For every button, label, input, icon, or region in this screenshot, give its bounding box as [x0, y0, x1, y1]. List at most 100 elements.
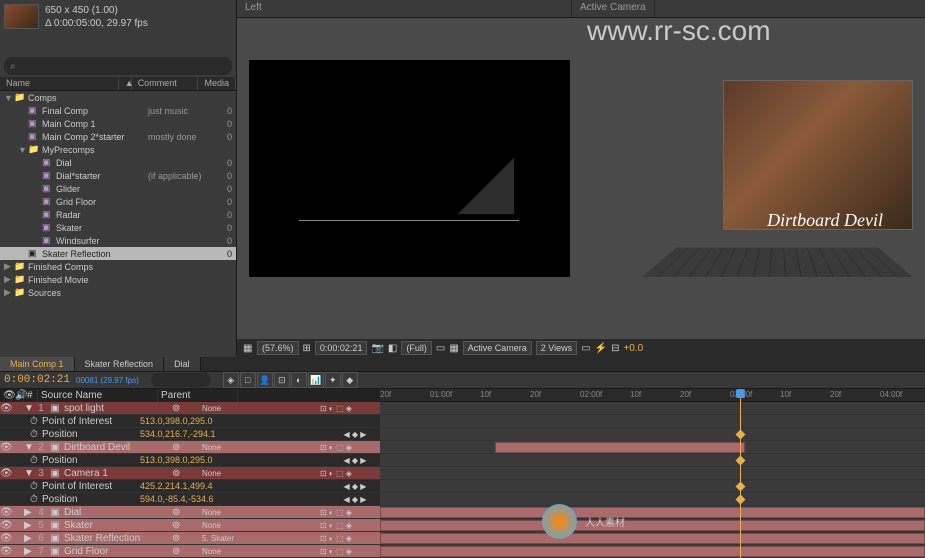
- twirl-icon[interactable]: ▶: [24, 507, 34, 518]
- property-value[interactable]: 425.2,214.1,499.4: [140, 481, 213, 491]
- twirl-icon[interactable]: ▼: [24, 403, 34, 414]
- layer-name[interactable]: Dirtboard Devil: [62, 442, 172, 453]
- tree-item-finished-movie[interactable]: ▶📁Finished Movie: [0, 273, 236, 286]
- parent-dropdown[interactable]: None: [202, 521, 252, 530]
- layer-row[interactable]: 👁▶7▣Grid Floor⊚None⊡ ◐ ⬚ ◈: [0, 545, 380, 558]
- visibility-toggle[interactable]: 👁: [0, 520, 12, 531]
- layer-search[interactable]: [151, 373, 211, 387]
- auto-keyframe-icon[interactable]: ◆: [342, 372, 358, 388]
- parent-dropdown[interactable]: None: [202, 508, 252, 517]
- twirl-icon[interactable]: ▶: [4, 274, 14, 285]
- stopwatch-icon[interactable]: ⏱: [30, 416, 40, 427]
- grid-icon[interactable]: ⊞: [303, 343, 311, 354]
- visibility-toggle[interactable]: 👁: [0, 442, 12, 453]
- layer-row[interactable]: 👁▼2▣Dirtboard Devil⊚None⊡ ◐ ⬚ ◈: [0, 441, 380, 454]
- mask-icon[interactable]: ◧: [388, 343, 397, 354]
- parent-pickwhip-icon[interactable]: ⊚: [172, 468, 202, 479]
- tree-item-grid-floor[interactable]: ▣Grid Floor0: [0, 195, 236, 208]
- timeline-tab[interactable]: Skater Reflection: [75, 357, 165, 371]
- twirl-icon[interactable]: ▶: [24, 533, 34, 544]
- keyframe-nav[interactable]: ◀ ◆ ▶: [330, 456, 380, 465]
- layer-row[interactable]: 👁▼3▣Camera 1⊚None⊡ ◐ ⬚ ◈: [0, 467, 380, 480]
- keyframe-nav[interactable]: ◀ ◆ ▶: [330, 495, 380, 504]
- twirl-icon[interactable]: ▼: [18, 145, 28, 155]
- property-row[interactable]: ⏱Position594.0,-85.4,-534.6◀ ◆ ▶: [0, 493, 380, 506]
- property-row[interactable]: ⏱Point of Interest425.2,214.1,499.4◀ ◆ ▶: [0, 480, 380, 493]
- comp-mini-flowchart-icon[interactable]: ◈: [223, 372, 239, 388]
- frame-blend-icon[interactable]: ⊡: [274, 372, 290, 388]
- property-value[interactable]: 594.0,-85.4,-534.6: [140, 494, 214, 504]
- parent-dropdown[interactable]: None: [202, 443, 252, 452]
- header-source[interactable]: Source Name: [38, 389, 158, 402]
- parent-dropdown[interactable]: None: [202, 547, 252, 556]
- parent-pickwhip-icon[interactable]: ⊚: [172, 520, 202, 531]
- left-view[interactable]: [239, 20, 580, 337]
- parent-pickwhip-icon[interactable]: ⊚: [172, 546, 202, 557]
- comp-thumbnail[interactable]: [4, 4, 39, 29]
- layer-name[interactable]: Dial: [62, 507, 172, 518]
- graph-editor-icon[interactable]: 📊: [308, 372, 324, 388]
- tree-item-comps[interactable]: ▼📁Comps: [0, 91, 236, 104]
- layer-name[interactable]: Skater Reflection: [62, 533, 172, 544]
- tree-item-dial-starter[interactable]: ▣Dial*starter(if applicable)0: [0, 169, 236, 182]
- layer-bar[interactable]: [495, 442, 745, 453]
- parent-pickwhip-icon[interactable]: ⊚: [172, 507, 202, 518]
- layer-name[interactable]: Camera 1: [62, 468, 172, 479]
- keyframe-nav[interactable]: ◀ ◆ ▶: [330, 430, 380, 439]
- col-name[interactable]: Name: [0, 77, 119, 90]
- dirtboard-image[interactable]: [723, 80, 913, 230]
- tree-item-glider[interactable]: ▣Glider0: [0, 182, 236, 195]
- current-timecode[interactable]: 0:00:02:21: [4, 374, 70, 386]
- zoom-dropdown[interactable]: (57.6%): [257, 341, 299, 355]
- fast-preview-icon[interactable]: ⚡: [595, 343, 607, 354]
- switches[interactable]: ⊡ ◐ ⬚ ◈: [320, 404, 380, 413]
- visibility-toggle[interactable]: 👁: [0, 546, 12, 557]
- layer-name[interactable]: Skater: [62, 520, 172, 531]
- brainstorm-icon[interactable]: ✦: [325, 372, 341, 388]
- twirl-icon[interactable]: ▶: [4, 261, 14, 272]
- project-tree[interactable]: ▼📁Comps▣Final Compjust music0▣Main Comp …: [0, 91, 236, 357]
- layer-row[interactable]: 👁▶5▣Skater⊚None⊡ ◐ ⬚ ◈: [0, 519, 380, 532]
- parent-pickwhip-icon[interactable]: ⊚: [172, 533, 202, 544]
- shy-icon[interactable]: 👤: [257, 372, 273, 388]
- tree-item-final-comp[interactable]: ▣Final Compjust music0: [0, 104, 236, 117]
- parent-dropdown[interactable]: None: [202, 404, 252, 413]
- property-row[interactable]: ⏱Point of Interest513.0,398.0,295.0: [0, 415, 380, 428]
- timeline-tab[interactable]: Dial: [164, 357, 201, 371]
- layer-name[interactable]: Grid Floor: [62, 546, 172, 557]
- tracks-panel[interactable]: 20f01:00f10f20f02:00f10f20f03:00f10f20f0…: [380, 389, 925, 558]
- twirl-icon[interactable]: ▶: [24, 546, 34, 557]
- parent-dropdown[interactable]: 5. Skater: [202, 534, 252, 543]
- property-value[interactable]: 513.0,398.0,295.0: [140, 455, 213, 465]
- switches[interactable]: ⊡ ◐ ⬚ ◈: [320, 521, 380, 530]
- visibility-toggle[interactable]: 👁: [0, 403, 12, 414]
- switches[interactable]: ⊡ ◐ ⬚ ◈: [320, 547, 380, 556]
- transparency-icon[interactable]: ▦: [449, 343, 458, 354]
- layer-bar[interactable]: [380, 546, 925, 557]
- tree-item-myprecomps[interactable]: ▼📁MyPrecomps: [0, 143, 236, 156]
- parent-dropdown[interactable]: None: [202, 469, 252, 478]
- camera-dropdown[interactable]: Active Camera: [463, 341, 532, 355]
- twirl-icon[interactable]: ▼: [24, 442, 34, 453]
- parent-pickwhip-icon[interactable]: ⊚: [172, 403, 202, 414]
- tree-item-dial[interactable]: ▣Dial0: [0, 156, 236, 169]
- layer-row[interactable]: 👁▼1▣spot light⊚None⊡ ◐ ⬚ ◈: [0, 402, 380, 415]
- layer-row[interactable]: 👁▶4▣Dial⊚None⊡ ◐ ⬚ ◈: [0, 506, 380, 519]
- visibility-toggle[interactable]: 👁: [0, 533, 12, 544]
- property-row[interactable]: ⏱Position513.0,398.0,295.0◀ ◆ ▶: [0, 454, 380, 467]
- twirl-icon[interactable]: ▶: [4, 287, 14, 298]
- visibility-toggle[interactable]: 👁: [0, 507, 12, 518]
- views-dropdown[interactable]: 2 Views: [536, 341, 577, 355]
- layer-bar[interactable]: [380, 533, 925, 544]
- pixel-aspect-icon[interactable]: ▭: [581, 343, 590, 354]
- switches[interactable]: ⊡ ◐ ⬚ ◈: [320, 508, 380, 517]
- view-tab-left[interactable]: Left: [237, 0, 572, 17]
- footer-time[interactable]: 0:00:02:21: [315, 341, 368, 355]
- draft-3d-icon[interactable]: □: [240, 372, 256, 388]
- snapshot-icon[interactable]: 📷: [371, 343, 383, 354]
- header-parent[interactable]: Parent: [158, 389, 238, 402]
- keyframe-nav[interactable]: ◀ ◆ ▶: [330, 482, 380, 491]
- switches[interactable]: ⊡ ◐ ⬚ ◈: [320, 443, 380, 452]
- active-camera-view[interactable]: Dirtboard Devil: [582, 20, 923, 337]
- tree-item-finished-comps[interactable]: ▶📁Finished Comps: [0, 260, 236, 273]
